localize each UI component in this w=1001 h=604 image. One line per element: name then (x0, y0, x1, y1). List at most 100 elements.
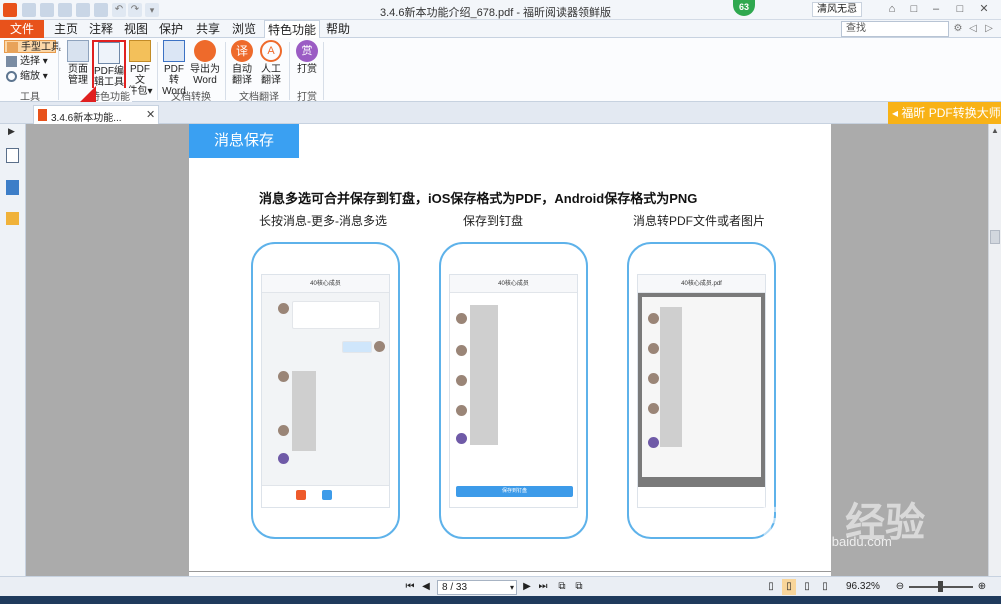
zoom-out-icon[interactable]: ⊖ (893, 579, 907, 595)
next-page-icon[interactable]: ▶ (520, 579, 534, 595)
avatar (456, 345, 467, 356)
facing-pages-icon[interactable]: ▯ (800, 579, 814, 595)
search-next-icon[interactable]: ▷ (982, 21, 996, 37)
customize-quick-access-icon[interactable]: ▾ (145, 3, 159, 17)
print-icon[interactable] (58, 3, 72, 17)
continuous-page-icon[interactable]: ▯ (782, 579, 796, 595)
toolbar-icon (322, 490, 332, 500)
menu-protect[interactable]: 保护 (155, 20, 187, 38)
scan-icon[interactable] (94, 3, 108, 17)
vertical-scrollbar[interactable]: ▲ (988, 124, 1001, 576)
avatar (456, 375, 467, 386)
search-input[interactable]: 查找 (841, 21, 949, 37)
menu-share[interactable]: 共享 (192, 20, 224, 38)
document-tab-title: 3.4.6新本功能... (51, 113, 122, 124)
hand-tool-button[interactable]: 手型工具 (4, 40, 61, 53)
avatar (374, 341, 385, 352)
prev-view-icon[interactable]: ⧉ (555, 579, 569, 595)
undo-icon[interactable]: ↶ (112, 3, 126, 17)
blurred-region (292, 371, 316, 451)
last-page-icon[interactable]: ⏭ (536, 579, 550, 595)
phone-screen: 40核心成员 保存到钉盘 (449, 274, 578, 508)
auto-translate-button[interactable]: 译 自动 翻译 (229, 40, 255, 86)
text-cursor-icon (6, 56, 17, 67)
menu-special-features[interactable]: 特色功能 (264, 20, 320, 39)
menu-file[interactable]: 文件 (0, 20, 44, 38)
continuous-facing-icon[interactable]: ▯ (818, 579, 832, 595)
chat-title: 40核心成员 (262, 275, 389, 293)
tshirt-skin-icon[interactable]: ⌂ (884, 2, 900, 17)
blurred-region (470, 305, 498, 445)
export-to-word-button[interactable]: 导出为 Word (190, 40, 220, 86)
chevron-down-icon[interactable]: ▾ (510, 581, 514, 594)
chat-title: 40核心成员.pdf (638, 275, 765, 293)
ribbon-separator (157, 42, 158, 100)
redo-icon[interactable]: ↷ (128, 3, 142, 17)
ribbon-separator (323, 42, 324, 100)
menu-help[interactable]: 帮助 (322, 20, 354, 38)
message-bubble (292, 301, 380, 329)
select-tool-button[interactable]: 选择 ▾ (4, 55, 48, 68)
menu-browse[interactable]: 浏览 (228, 20, 260, 38)
search-prev-icon[interactable]: ◁ (966, 21, 980, 37)
translate-icon: 译 (231, 40, 253, 62)
single-page-icon[interactable]: ▯ (764, 579, 778, 595)
open-icon[interactable] (22, 3, 36, 17)
navigation-panel: ▶ (0, 124, 26, 576)
ribbon-separator (225, 42, 226, 100)
page-manage-button[interactable]: 页面 管理 (64, 40, 92, 86)
avatar (456, 405, 467, 416)
pdf-file-icon (38, 109, 47, 121)
phone-mockup-3: 40核心成员.pdf (627, 242, 776, 539)
baidu-watermark-url: jingyan.baidu.com (787, 534, 892, 549)
maximize-icon[interactable]: □ (952, 2, 968, 17)
os-taskbar (0, 596, 1001, 604)
close-icon[interactable]: ✕ (976, 2, 992, 17)
menu-home[interactable]: 主页 (50, 20, 82, 38)
avatar (648, 373, 659, 384)
scroll-up-icon[interactable]: ▲ (991, 126, 999, 135)
phone-toolbar (638, 487, 765, 507)
email-icon[interactable] (76, 3, 90, 17)
pages-icon[interactable] (6, 180, 19, 195)
pdf-to-word-icon (163, 40, 185, 62)
blurred-region (660, 307, 682, 447)
status-bar: ⏮ ◀ 8 / 33 ▾ ▶ ⏭ ⧉ ⧉ ▯ ▯ ▯ ▯ 96.32% ⊖ ⊕ (0, 576, 1001, 596)
chat-title: 40核心成员 (450, 275, 577, 293)
close-tab-icon[interactable]: ✕ (146, 108, 155, 121)
section-header: 消息保存 (189, 124, 299, 158)
zoom-slider-thumb[interactable] (938, 581, 943, 592)
search-options-icon[interactable]: ⚙ (951, 21, 965, 37)
menu-view[interactable]: 视图 (120, 20, 152, 38)
avatar (456, 433, 467, 444)
scrollbar-thumb[interactable] (990, 230, 1000, 244)
user-account-button[interactable]: 清风无忌 (812, 2, 862, 17)
caption-1: 长按消息-更多-消息多选 (259, 214, 387, 228)
notification-badge[interactable]: 63 (733, 0, 755, 16)
avatar (278, 425, 289, 436)
restore-ribbon-icon[interactable]: □ (906, 2, 922, 17)
promo-pdf-converter-button[interactable]: ◂ 福昕 PDF转换大师 (888, 102, 1001, 124)
page-number-input[interactable]: 8 / 33 ▾ (437, 580, 517, 595)
bookmark-icon[interactable] (6, 148, 19, 163)
zoom-tool-button[interactable]: 缩放 ▾ (4, 70, 48, 83)
expand-panel-icon[interactable]: ▶ (8, 126, 15, 137)
document-tab[interactable]: 3.4.6新本功能... ✕ (33, 105, 159, 124)
comments-icon[interactable] (6, 212, 19, 225)
message-bubble (342, 341, 372, 353)
promo-arrow-icon: ◂ (892, 106, 902, 120)
menu-comment[interactable]: 注释 (85, 20, 117, 38)
first-page-icon[interactable]: ⏮ (403, 579, 417, 595)
zoom-in-icon[interactable]: ⊕ (975, 579, 989, 595)
zoom-level[interactable]: 96.32% (846, 581, 880, 592)
prev-page-icon[interactable]: ◀ (419, 579, 433, 595)
app-logo-icon (3, 3, 17, 17)
minimize-icon[interactable]: – (928, 2, 944, 17)
save-icon[interactable] (40, 3, 54, 17)
manual-translate-button[interactable]: A 人工 翻译 (258, 40, 284, 86)
reward-button[interactable]: 赏 打赏 (294, 40, 320, 75)
next-view-icon[interactable]: ⧉ (572, 579, 586, 595)
ribbon-separator (289, 42, 290, 100)
avatar (456, 313, 467, 324)
human-translate-icon: A (260, 40, 282, 62)
